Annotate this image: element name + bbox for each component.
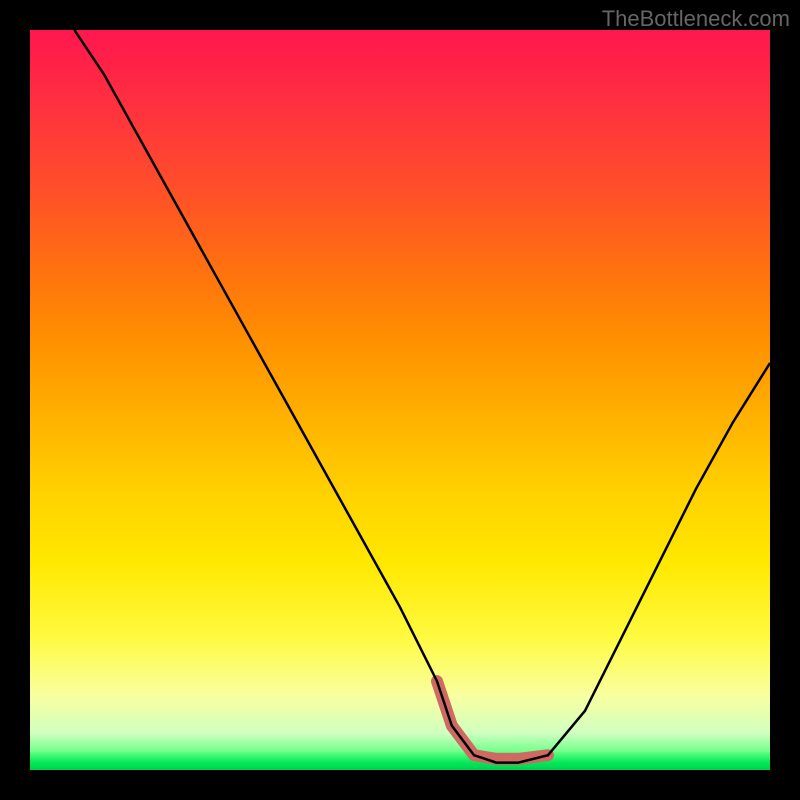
highlight-segment <box>437 681 548 759</box>
chart-frame: TheBottleneck.com <box>0 0 800 800</box>
plot-area <box>30 30 770 770</box>
bottleneck-curve <box>74 30 770 763</box>
curve-svg <box>30 30 770 770</box>
watermark-text: TheBottleneck.com <box>602 6 790 32</box>
